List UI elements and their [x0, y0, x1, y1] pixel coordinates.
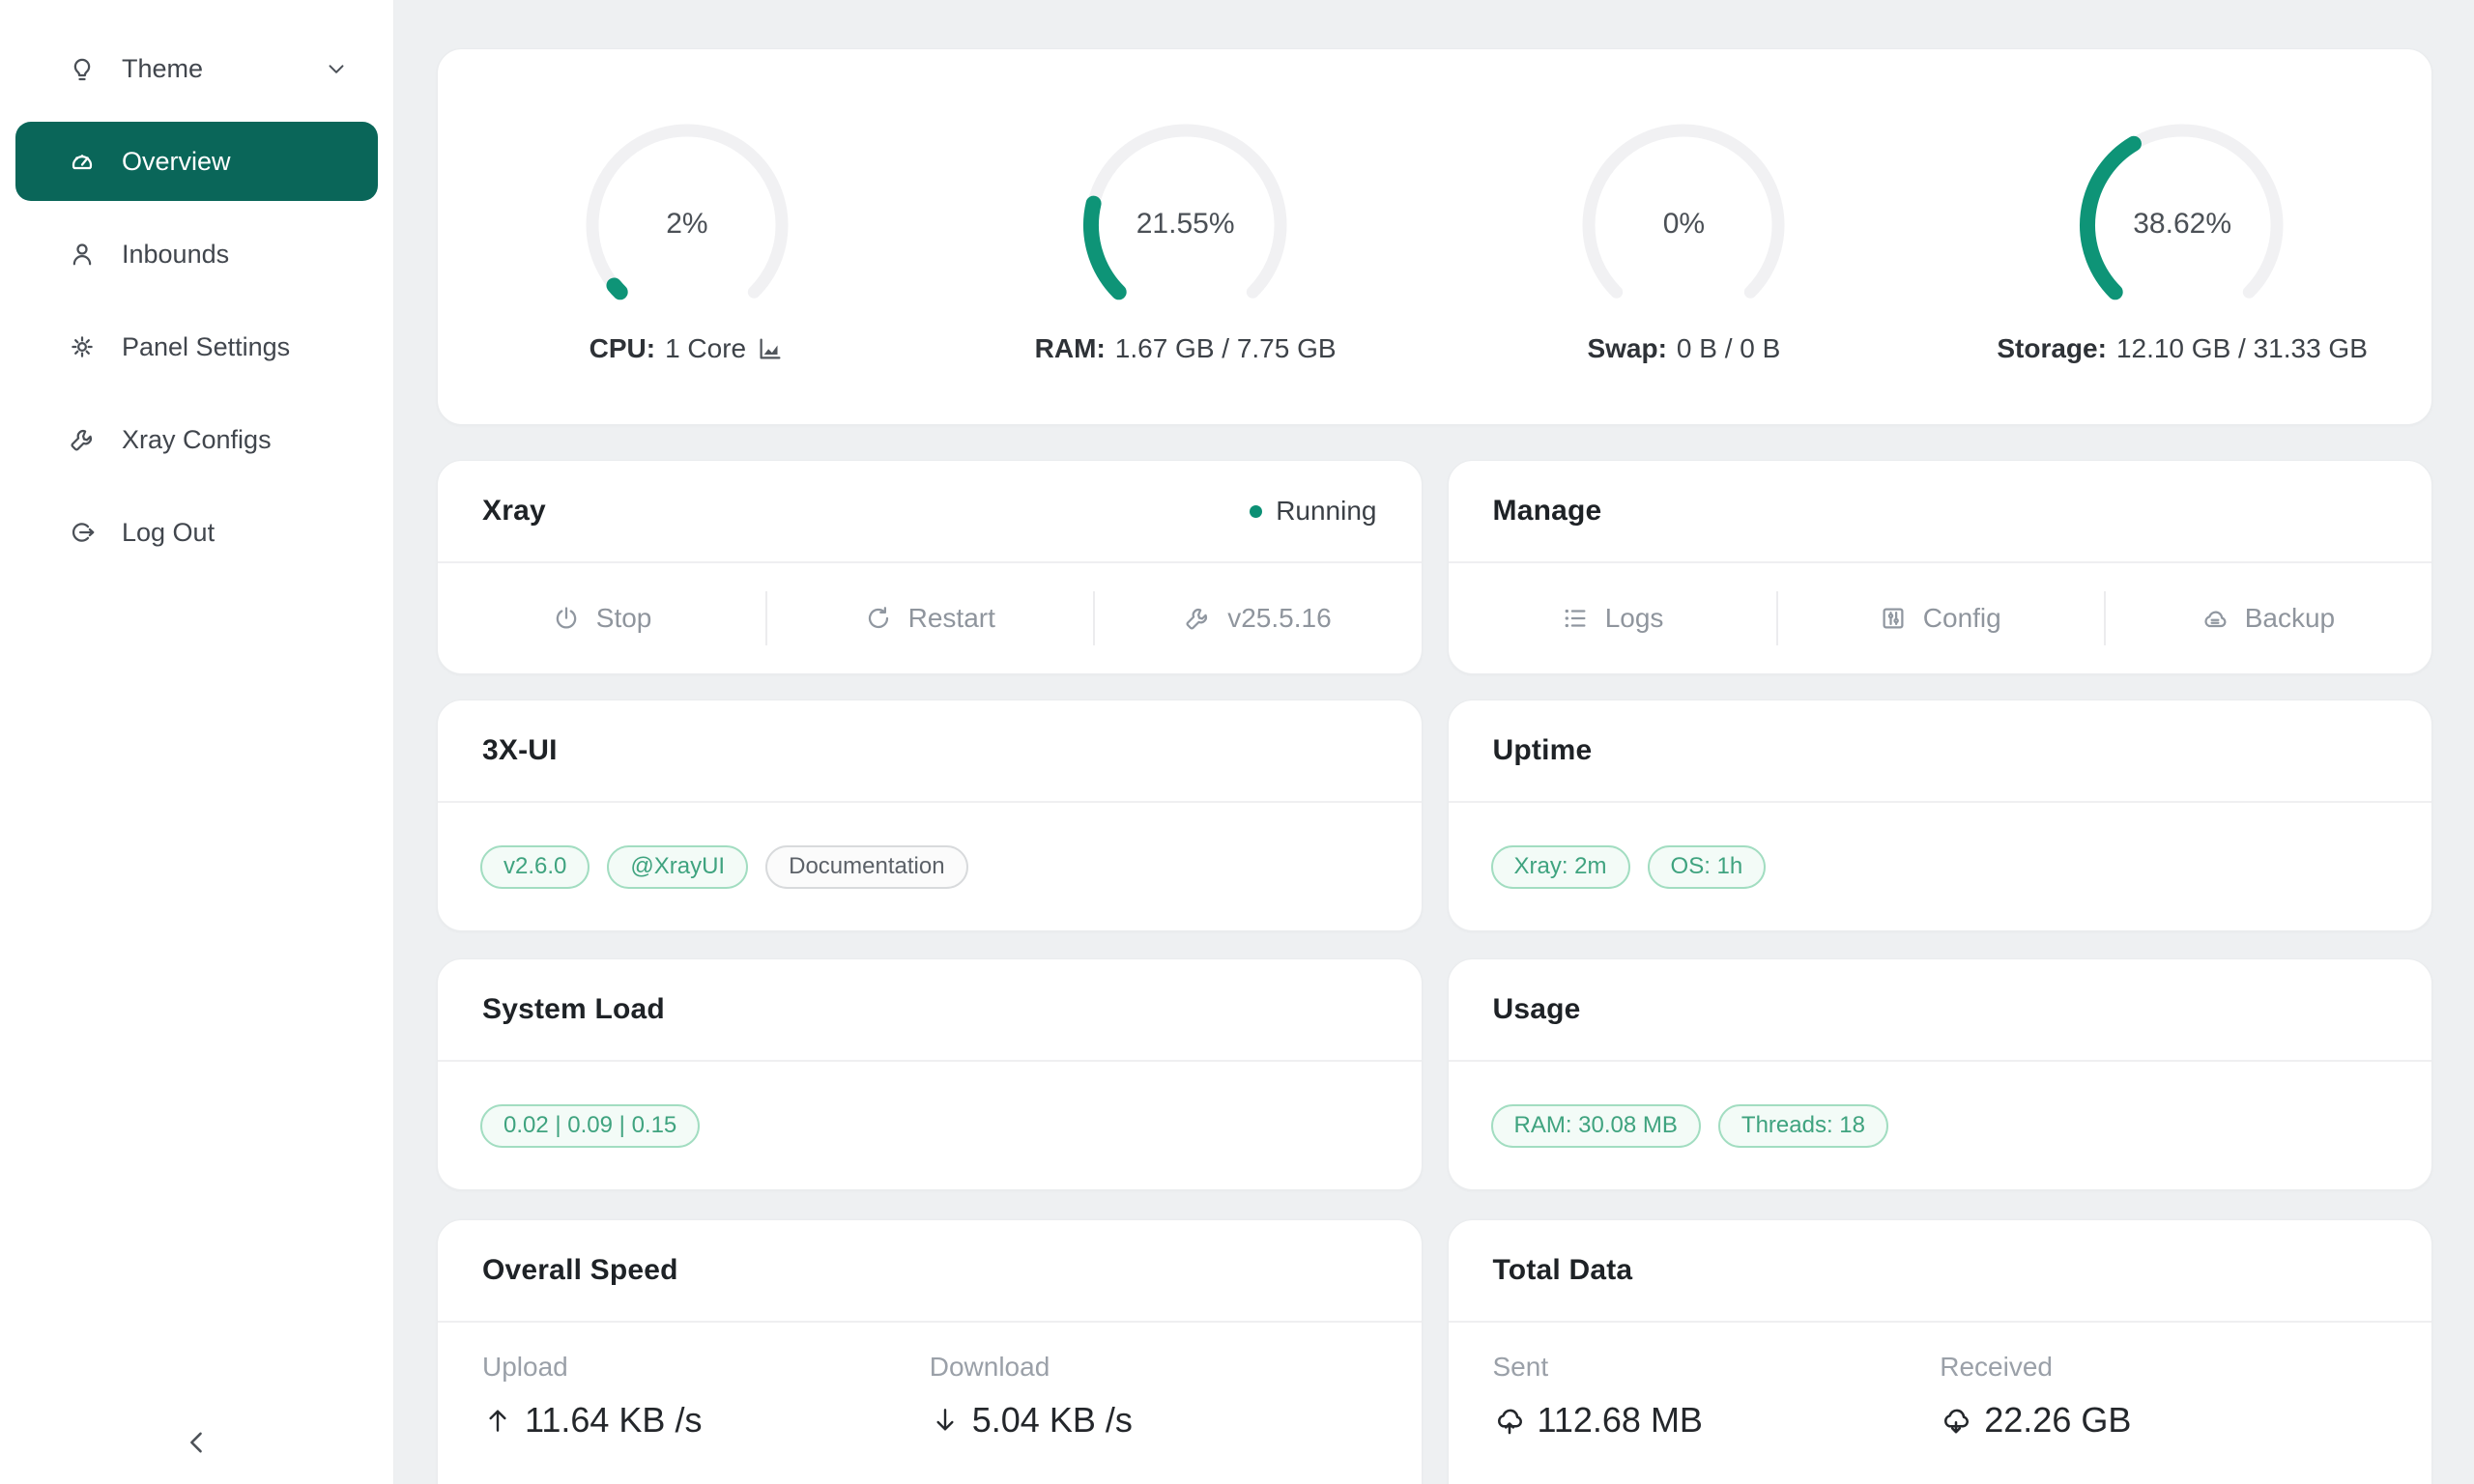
backup-button[interactable]: Backup — [2104, 563, 2431, 673]
download-stat: Download 5.04 KB /s — [930, 1352, 1377, 1441]
sidebar-item-overview[interactable]: Overview — [15, 122, 378, 201]
sidebar-item-label: Inbounds — [122, 240, 229, 270]
config-button[interactable]: Config — [1776, 563, 2104, 673]
xray-status: Running — [1250, 496, 1376, 527]
arrow-up-icon — [482, 1405, 513, 1436]
sidebar-item-label: Theme — [122, 54, 203, 84]
sidebar-item-inbounds[interactable]: Inbounds — [15, 214, 378, 294]
lightbulb-icon — [68, 54, 97, 83]
sidebar-item-theme[interactable]: Theme — [15, 29, 378, 108]
reload-icon — [864, 604, 893, 633]
xui-card-title: 3X-UI — [482, 734, 558, 767]
cpu-label: CPU: 1 Core — [590, 333, 786, 364]
sent-stat: Sent 112.68 MB — [1493, 1352, 1941, 1441]
manage-card-title: Manage — [1493, 495, 1602, 528]
sidebar-item-label: Panel Settings — [122, 332, 290, 362]
swap-percent: 0% — [1568, 208, 1799, 241]
telegram-tag[interactable]: @XrayUI — [607, 845, 748, 889]
usage-card: Usage RAM: 30.08 MB Threads: 18 — [1448, 958, 2433, 1190]
cpu-gauge: 2% CPU: 1 Core — [438, 49, 936, 424]
swap-gauge: 0% Swap: 0 B / 0 B — [1435, 49, 1934, 424]
cloud-download-icon — [1940, 1404, 1972, 1437]
logout-icon — [68, 518, 97, 547]
os-uptime-tag: OS: 1h — [1648, 845, 1767, 889]
sidebar-item-label: Overview — [122, 147, 231, 177]
uptime-card-title: Uptime — [1493, 734, 1593, 767]
storage-label: Storage: 12.10 GB / 31.33 GB — [1997, 333, 2368, 364]
received-stat: Received 22.26 GB — [1940, 1352, 2387, 1441]
sidebar-item-label: Log Out — [122, 518, 215, 548]
sidebar-item-log-out[interactable]: Log Out — [15, 493, 378, 572]
restart-button[interactable]: Restart — [765, 563, 1093, 673]
upload-stat: Upload 11.64 KB /s — [482, 1352, 930, 1441]
ram-usage-tag: RAM: 30.08 MB — [1491, 1104, 1701, 1148]
xray-card: Xray Running Stop — [437, 460, 1423, 674]
xui-card: 3X-UI v2.6.0 @XrayUI Documentation — [437, 699, 1423, 931]
wrench-icon — [68, 425, 97, 454]
app-window: Theme Overview Inbounds — [0, 0, 2474, 1484]
system-load-card: System Load 0.02 | 0.09 | 0.15 — [437, 958, 1423, 1190]
swap-label: Swap: 0 B / 0 B — [1587, 333, 1780, 364]
user-icon — [68, 240, 97, 269]
load-average-tag: 0.02 | 0.09 | 0.15 — [480, 1104, 700, 1148]
wrench-icon — [1183, 604, 1212, 633]
total-data-title: Total Data — [1493, 1254, 1633, 1287]
usage-card-title: Usage — [1493, 993, 1581, 1026]
threads-tag: Threads: 18 — [1718, 1104, 1888, 1148]
manage-card: Manage Logs — [1448, 460, 2433, 674]
cpu-percent: 2% — [571, 208, 803, 241]
overall-speed-card: Overall Speed Upload 11.64 KB /s Downl — [437, 1219, 1423, 1484]
xray-uptime-tag: Xray: 2m — [1491, 845, 1630, 889]
arrow-down-icon — [930, 1405, 961, 1436]
sidebar: Theme Overview Inbounds — [0, 0, 394, 1484]
xray-version-button[interactable]: v25.5.16 — [1093, 563, 1421, 673]
sidebar-item-xray-configs[interactable]: Xray Configs — [15, 400, 378, 479]
uptime-card: Uptime Xray: 2m OS: 1h — [1448, 699, 2433, 931]
area-chart-icon[interactable] — [756, 334, 785, 363]
sidebar-item-panel-settings[interactable]: Panel Settings — [15, 307, 378, 386]
ram-percent: 21.55% — [1070, 208, 1302, 241]
sidebar-item-label: Xray Configs — [122, 425, 272, 455]
storage-gauge: 38.62% Storage: 12.10 GB / 31.33 GB — [1933, 49, 2431, 424]
main-content: 2% CPU: 1 Core 21.55% — [394, 0, 2474, 1484]
cloud-server-icon — [2201, 604, 2229, 633]
dashboard-icon — [68, 147, 97, 176]
gear-icon — [68, 332, 97, 361]
list-icon — [1561, 604, 1590, 633]
system-stats-card: 2% CPU: 1 Core 21.55% — [437, 48, 2432, 425]
status-text: Running — [1276, 496, 1376, 527]
ram-gauge: 21.55% RAM: 1.67 GB / 7.75 GB — [936, 49, 1435, 424]
system-load-title: System Load — [482, 993, 665, 1026]
sliders-icon — [1879, 604, 1908, 633]
sidebar-collapse-button[interactable] — [0, 1426, 393, 1459]
documentation-tag[interactable]: Documentation — [765, 845, 967, 889]
chevron-left-icon — [181, 1426, 214, 1459]
running-dot-icon — [1250, 505, 1262, 518]
stop-button[interactable]: Stop — [438, 563, 765, 673]
chevron-down-icon — [324, 56, 349, 81]
power-icon — [552, 604, 581, 633]
total-data-card: Total Data Sent 112.68 MB — [1448, 1219, 2433, 1484]
ram-label: RAM: 1.67 GB / 7.75 GB — [1035, 333, 1337, 364]
cloud-upload-icon — [1493, 1404, 1526, 1437]
xray-card-title: Xray — [482, 495, 546, 528]
logs-button[interactable]: Logs — [1449, 563, 1776, 673]
storage-percent: 38.62% — [2066, 208, 2298, 241]
overall-speed-title: Overall Speed — [482, 1254, 678, 1287]
version-tag[interactable]: v2.6.0 — [480, 845, 590, 889]
